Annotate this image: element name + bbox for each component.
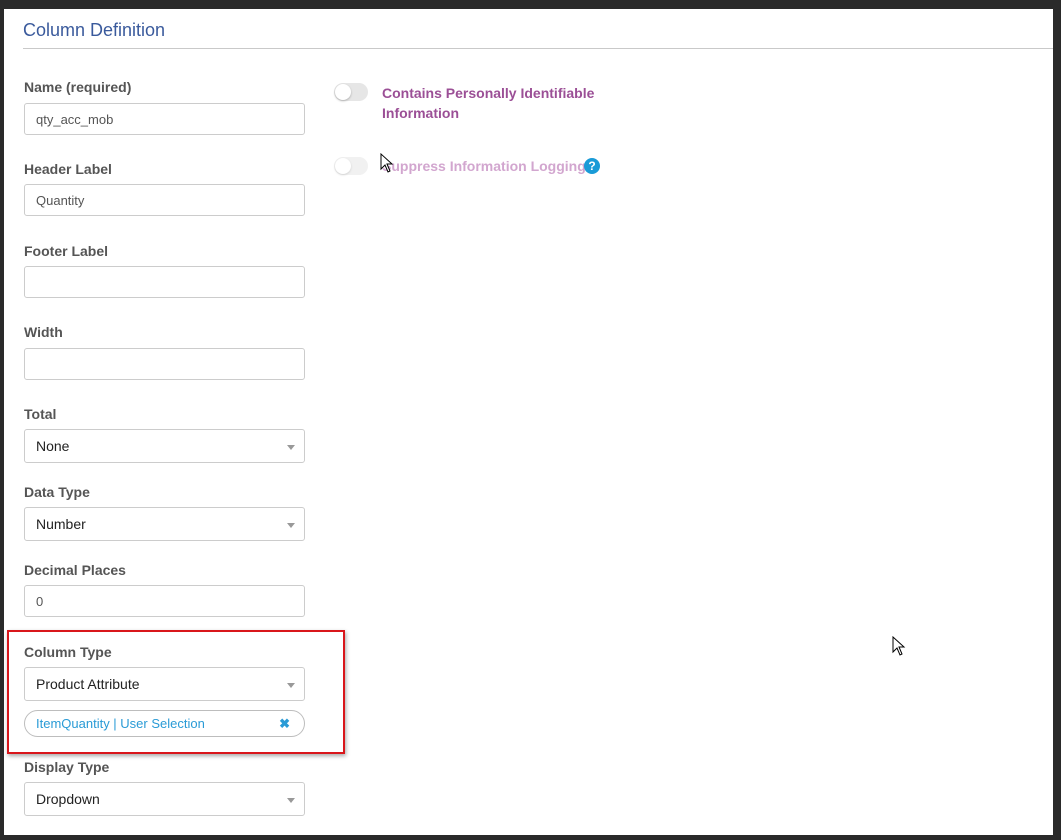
name-input[interactable] [24, 103, 305, 135]
pii-toggle[interactable] [334, 83, 368, 101]
total-select[interactable]: None [24, 429, 305, 463]
toggle-knob [335, 158, 351, 174]
decimal-places-input[interactable] [24, 585, 305, 617]
column-type-tag: ItemQuantity | User Selection ✖ [24, 710, 305, 737]
footer-label-label: Footer Label [24, 243, 109, 259]
pii-label-line2: Information [382, 105, 459, 121]
data-type-select-value: Number [36, 516, 86, 532]
total-label: Total [24, 406, 57, 422]
header-label-input[interactable] [24, 184, 305, 216]
header-label-label: Header Label [24, 161, 112, 177]
width-input[interactable] [24, 348, 305, 380]
pii-toggle-label: Contains Personally Identifiable Informa… [382, 83, 594, 123]
display-type-label: Display Type [24, 759, 110, 775]
data-type-select[interactable]: Number [24, 507, 305, 541]
footer-label-input[interactable] [24, 266, 305, 298]
data-type-label: Data Type [24, 484, 90, 500]
help-icon[interactable]: ? [584, 158, 600, 174]
column-type-tag-text: ItemQuantity | User Selection [36, 716, 205, 731]
name-label: Name (required) [24, 79, 132, 95]
section-title: Column Definition [23, 20, 166, 40]
pii-label-line1: Contains Personally Identifiable [382, 85, 595, 101]
column-definition-panel: Column Definition Name (required) Header… [4, 9, 1053, 835]
total-select-value: None [36, 438, 70, 454]
suppress-logging-label: Suppress Information Logging [382, 158, 586, 174]
suppress-logging-toggle[interactable] [334, 157, 368, 175]
decimal-places-label: Decimal Places [24, 562, 126, 578]
close-icon[interactable]: ✖ [279, 711, 290, 736]
column-type-label: Column Type [24, 644, 112, 660]
toggle-knob [335, 84, 351, 100]
display-type-select[interactable]: Dropdown [24, 782, 305, 816]
column-type-select-value: Product Attribute [36, 676, 140, 692]
width-label: Width [24, 324, 63, 340]
chevron-down-icon [287, 523, 295, 528]
mouse-cursor-icon [892, 636, 906, 656]
mouse-cursor-icon [380, 153, 394, 173]
display-type-select-value: Dropdown [36, 791, 100, 807]
column-type-select[interactable]: Product Attribute [24, 667, 305, 701]
chevron-down-icon [287, 445, 295, 450]
chevron-down-icon [287, 683, 295, 688]
chevron-down-icon [287, 798, 295, 803]
title-divider [23, 48, 1053, 49]
